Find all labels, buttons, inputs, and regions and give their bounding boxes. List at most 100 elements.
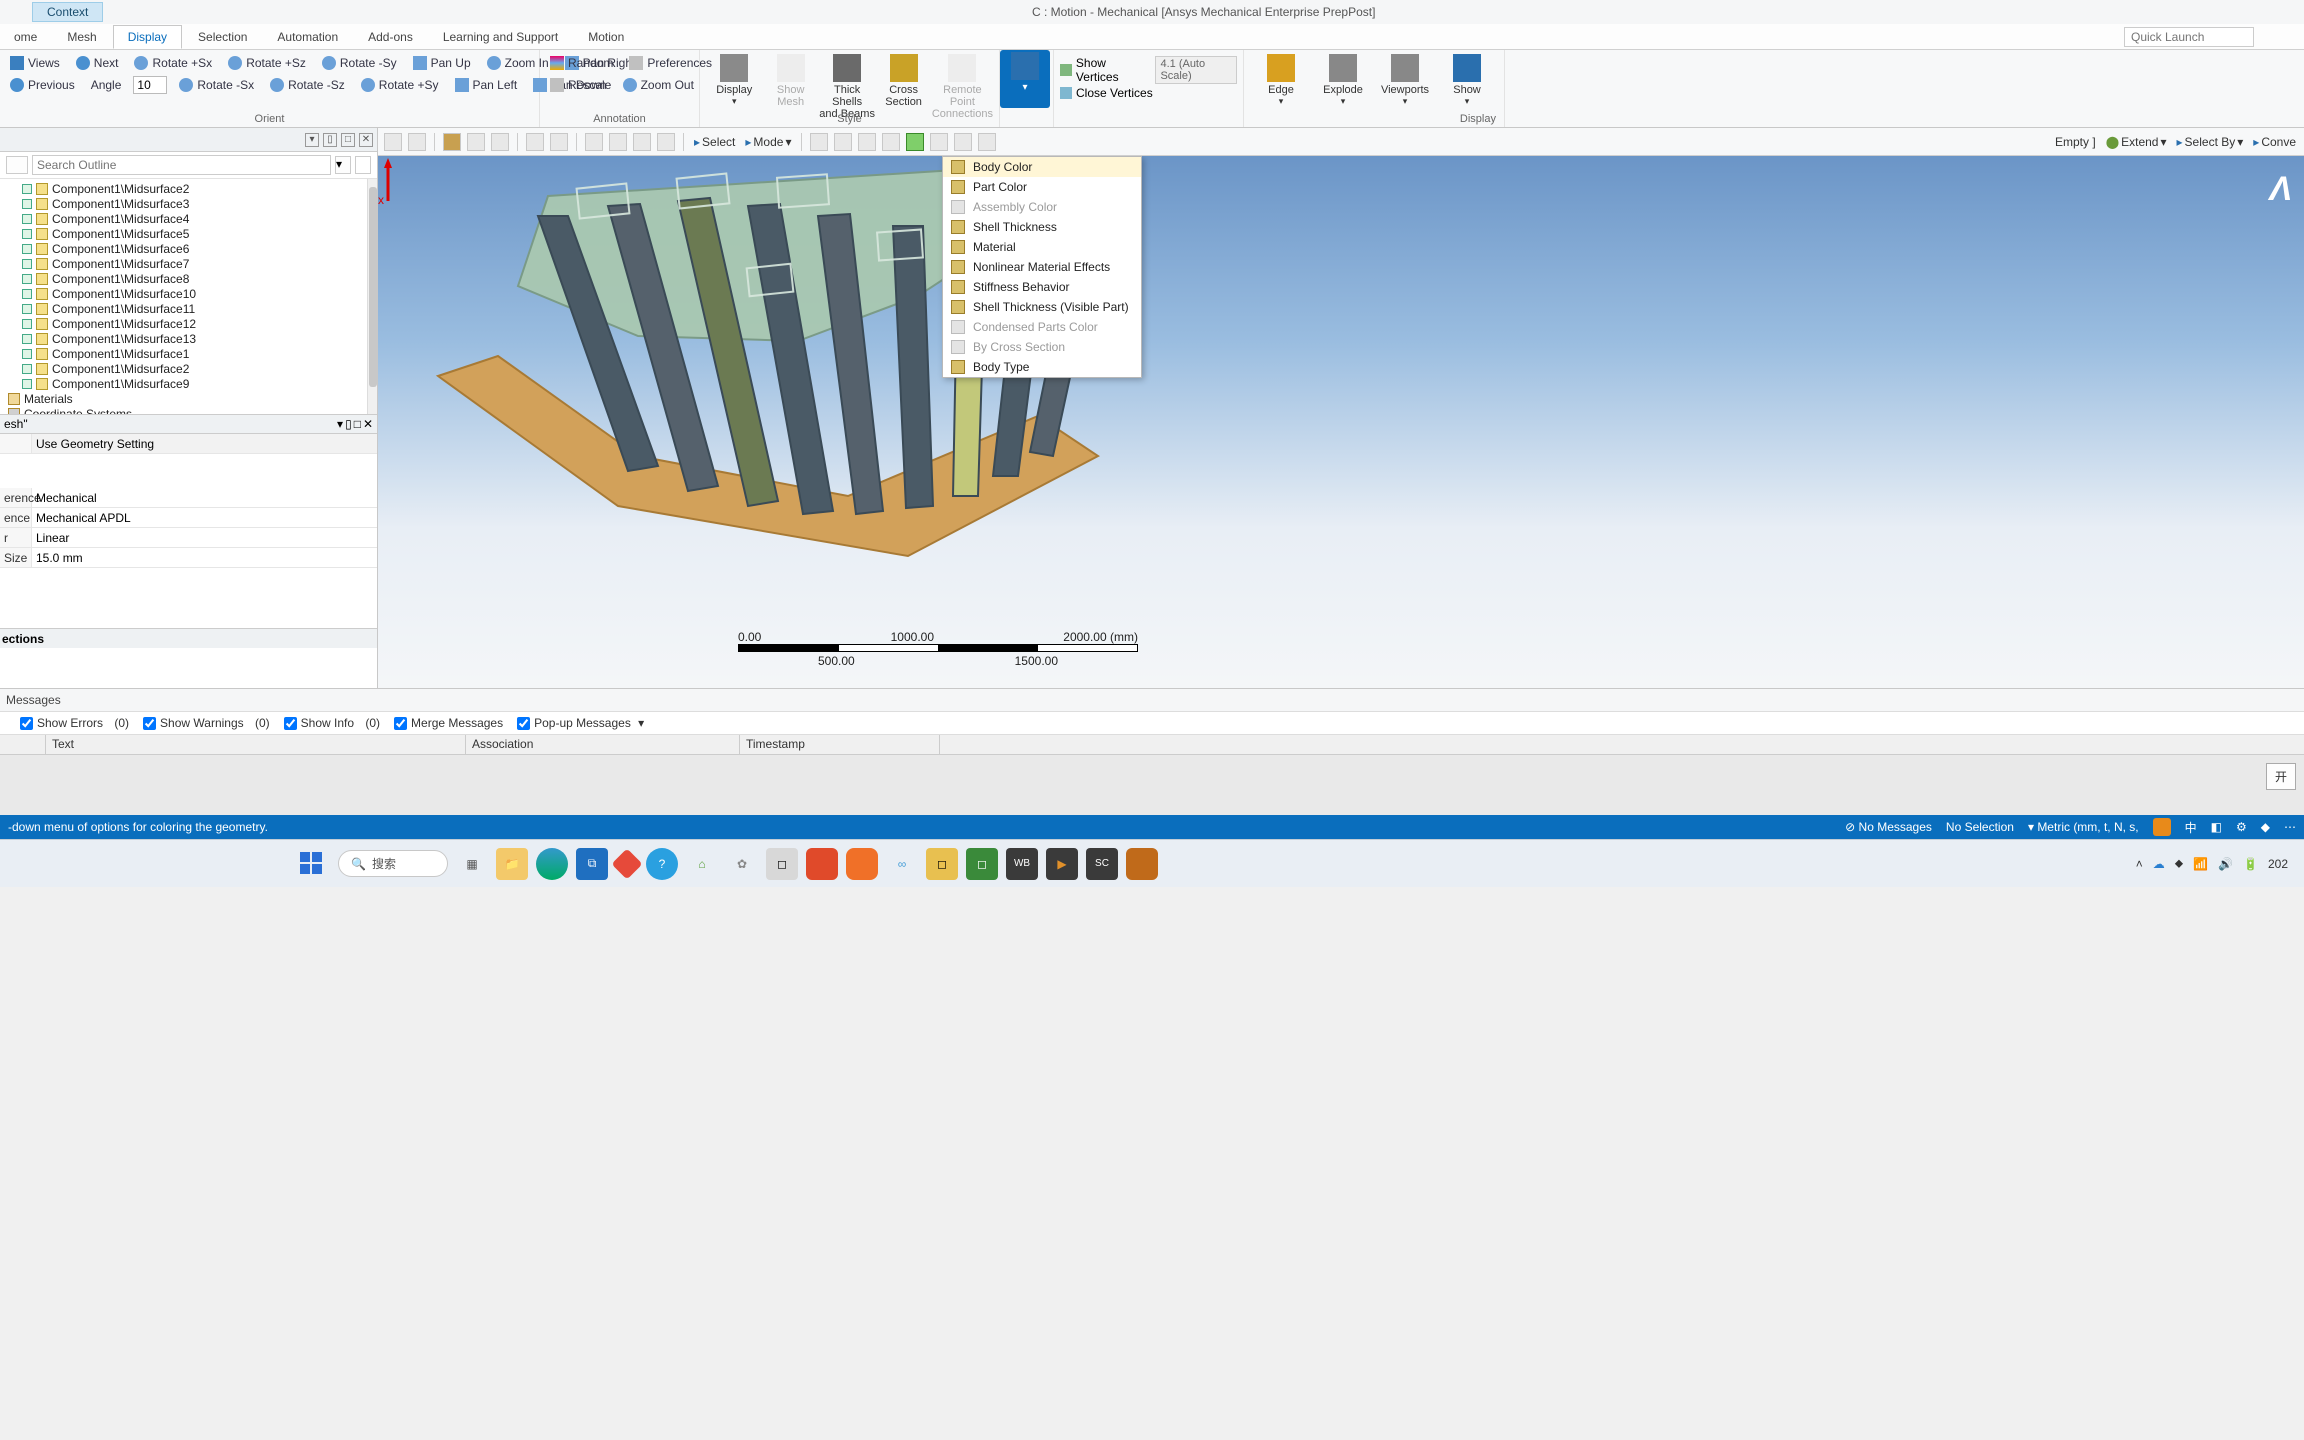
tree-midsurface-item[interactable]: Component1\Midsurface4 [4, 211, 377, 226]
tab-learning[interactable]: Learning and Support [429, 26, 572, 48]
app-icon[interactable] [611, 848, 642, 879]
tab-automation[interactable]: Automation [263, 26, 352, 48]
tree-midsurface-item[interactable]: Component1\Midsurface6 [4, 241, 377, 256]
show-info-toggle[interactable]: Show Info (0) [284, 716, 380, 730]
popup-messages-toggle[interactable]: Pop-up Messages ▾ [517, 716, 644, 730]
sogou-ime-icon[interactable] [2153, 818, 2171, 836]
tab-home[interactable]: ome [0, 26, 51, 48]
details-dropdown-icon[interactable]: ▾ [337, 417, 343, 431]
app-icon[interactable] [1126, 848, 1158, 880]
pin-icon[interactable]: ▯ [323, 133, 337, 147]
merge-messages-toggle[interactable]: Merge Messages [394, 716, 503, 730]
clock-date[interactable]: 202 [2268, 857, 2288, 871]
app-icon[interactable]: ▶ [1046, 848, 1078, 880]
clipboard-empty-label[interactable]: Empty ] [2053, 135, 2098, 149]
colors-dropdown-button[interactable]: ▾ [1000, 50, 1050, 108]
view-icon[interactable] [467, 133, 485, 151]
help-icon[interactable]: ? [646, 848, 678, 880]
prop-value[interactable]: Mechanical [32, 488, 377, 507]
convert-dropdown[interactable]: ▸Conve [2251, 135, 2298, 149]
display-colors-dropdown[interactable]: Body ColorPart ColorAssembly ColorShell … [942, 156, 1142, 378]
cross-section-button[interactable]: Cross Section [875, 52, 931, 108]
status-units[interactable]: ▾ Metric (mm, t, N, s, [2028, 820, 2139, 834]
battery-icon[interactable]: 🔋 [2243, 857, 2258, 871]
prop-value[interactable]: 15.0 mm [32, 548, 377, 567]
pan-up-button[interactable]: Pan Up [409, 56, 475, 70]
zoom-in-icon[interactable] [585, 133, 603, 151]
dropdown-item[interactable]: Part Color [943, 177, 1141, 197]
sel-icon[interactable] [978, 133, 996, 151]
edge-button[interactable]: Edge▾ [1250, 52, 1312, 127]
angle-input[interactable] [133, 76, 167, 94]
tab-addons[interactable]: Add-ons [354, 26, 427, 48]
dropdown-item[interactable]: Shell Thickness (Visible Part) [943, 297, 1141, 317]
outline-search-input[interactable] [32, 155, 331, 175]
graphics-viewport[interactable]: Λ x 0.00 1000.00 2000.00 (mm) 500.00 150… [378, 156, 2304, 688]
tree-midsurface-item[interactable]: Component1\Midsurface7 [4, 256, 377, 271]
quick-launch-input[interactable] [2124, 27, 2254, 47]
fit-icon[interactable] [657, 133, 675, 151]
status-messages[interactable]: ⊘ No Messages [1845, 820, 1932, 834]
tree-midsurface-item[interactable]: Component1\Midsurface5 [4, 226, 377, 241]
tray-chevron-icon[interactable]: ˄ [2136, 857, 2143, 871]
prop-value[interactable]: Mechanical APDL [32, 508, 377, 527]
app-icon[interactable]: ◻ [926, 848, 958, 880]
spaceclaim-icon[interactable]: SC [1086, 848, 1118, 880]
app-icon[interactable] [806, 848, 838, 880]
tab-motion[interactable]: Motion [574, 26, 638, 48]
sel-icon[interactable] [858, 133, 876, 151]
dropdown-item[interactable]: Body Color [943, 157, 1141, 177]
vertex-scale-select[interactable]: 4.1 (Auto Scale) [1155, 56, 1237, 84]
tree-materials[interactable]: Materials [4, 391, 377, 406]
show-warnings-toggle[interactable]: Show Warnings (0) [143, 716, 270, 730]
col-association[interactable]: Association [466, 735, 740, 754]
select-mode-label[interactable]: ▸Select [692, 135, 737, 149]
edge-icon[interactable] [536, 848, 568, 880]
context-tab[interactable]: Context [32, 2, 103, 22]
dropdown-item[interactable]: Material [943, 237, 1141, 257]
volume-icon[interactable]: 🔊 [2218, 857, 2233, 871]
status-icon[interactable]: ◆ [2261, 820, 2270, 834]
app-icon[interactable] [846, 848, 878, 880]
sel-icon[interactable] [954, 133, 972, 151]
display-style-button[interactable]: Display▾ [706, 52, 762, 107]
show-vertices-toggle[interactable]: Show Vertices [1076, 56, 1152, 84]
pin-icon[interactable]: ▯ [345, 417, 352, 431]
random-button[interactable]: Random [546, 56, 617, 70]
col-text[interactable]: Text [46, 735, 466, 754]
rotate-icon[interactable] [550, 133, 568, 151]
mode-dropdown[interactable]: ▸Mode▾ [743, 135, 793, 149]
app-icon[interactable]: ∞ [886, 848, 918, 880]
sel-icon[interactable] [834, 133, 852, 151]
tab-display[interactable]: Display [113, 25, 182, 49]
view-icon[interactable] [491, 133, 509, 151]
prop-value[interactable]: Linear [32, 528, 377, 547]
zoom-icon[interactable] [408, 133, 426, 151]
close-icon[interactable]: ✕ [359, 133, 373, 147]
zoom-fit-icon[interactable] [384, 133, 402, 151]
col-timestamp[interactable]: Timestamp [740, 735, 940, 754]
rotate-minus-sy-button[interactable]: Rotate -Sy [318, 56, 401, 70]
explode-button[interactable]: Explode▾ [1312, 52, 1374, 127]
rotate-plus-sz-button[interactable]: Rotate +Sz [224, 56, 310, 70]
explorer-icon[interactable]: 📁 [496, 848, 528, 880]
close-icon[interactable]: ✕ [363, 417, 373, 431]
search-filter-dropdown[interactable] [6, 156, 28, 174]
open-button[interactable]: 开 [2266, 763, 2296, 790]
ime-indicator[interactable]: 中 [2185, 819, 2197, 836]
wifi-icon[interactable]: 📶 [2193, 857, 2208, 871]
tree-midsurface-item[interactable]: Component1\Midsurface2 [4, 361, 377, 376]
iso-cube-icon[interactable] [443, 133, 461, 151]
thick-shells-button[interactable]: Thick Shells and Beams [819, 52, 875, 120]
close-vertices-toggle[interactable]: Close Vertices [1076, 86, 1153, 100]
zoom-out-icon[interactable] [609, 133, 627, 151]
dropdown-item[interactable]: Stiffness Behavior [943, 277, 1141, 297]
app-icon[interactable]: ⌂ [686, 848, 718, 880]
tree-coordinate-systems[interactable]: Coordinate Systems [4, 406, 377, 414]
tree-scrollbar[interactable] [367, 179, 377, 414]
dropdown-item[interactable]: Nonlinear Material Effects [943, 257, 1141, 277]
dropdown-item[interactable]: Shell Thickness [943, 217, 1141, 237]
select-by-dropdown[interactable]: ▸Select By▾ [2175, 135, 2246, 149]
search-options-icon[interactable]: ▾ [335, 156, 351, 174]
tree-midsurface-item[interactable]: Component1\Midsurface3 [4, 196, 377, 211]
